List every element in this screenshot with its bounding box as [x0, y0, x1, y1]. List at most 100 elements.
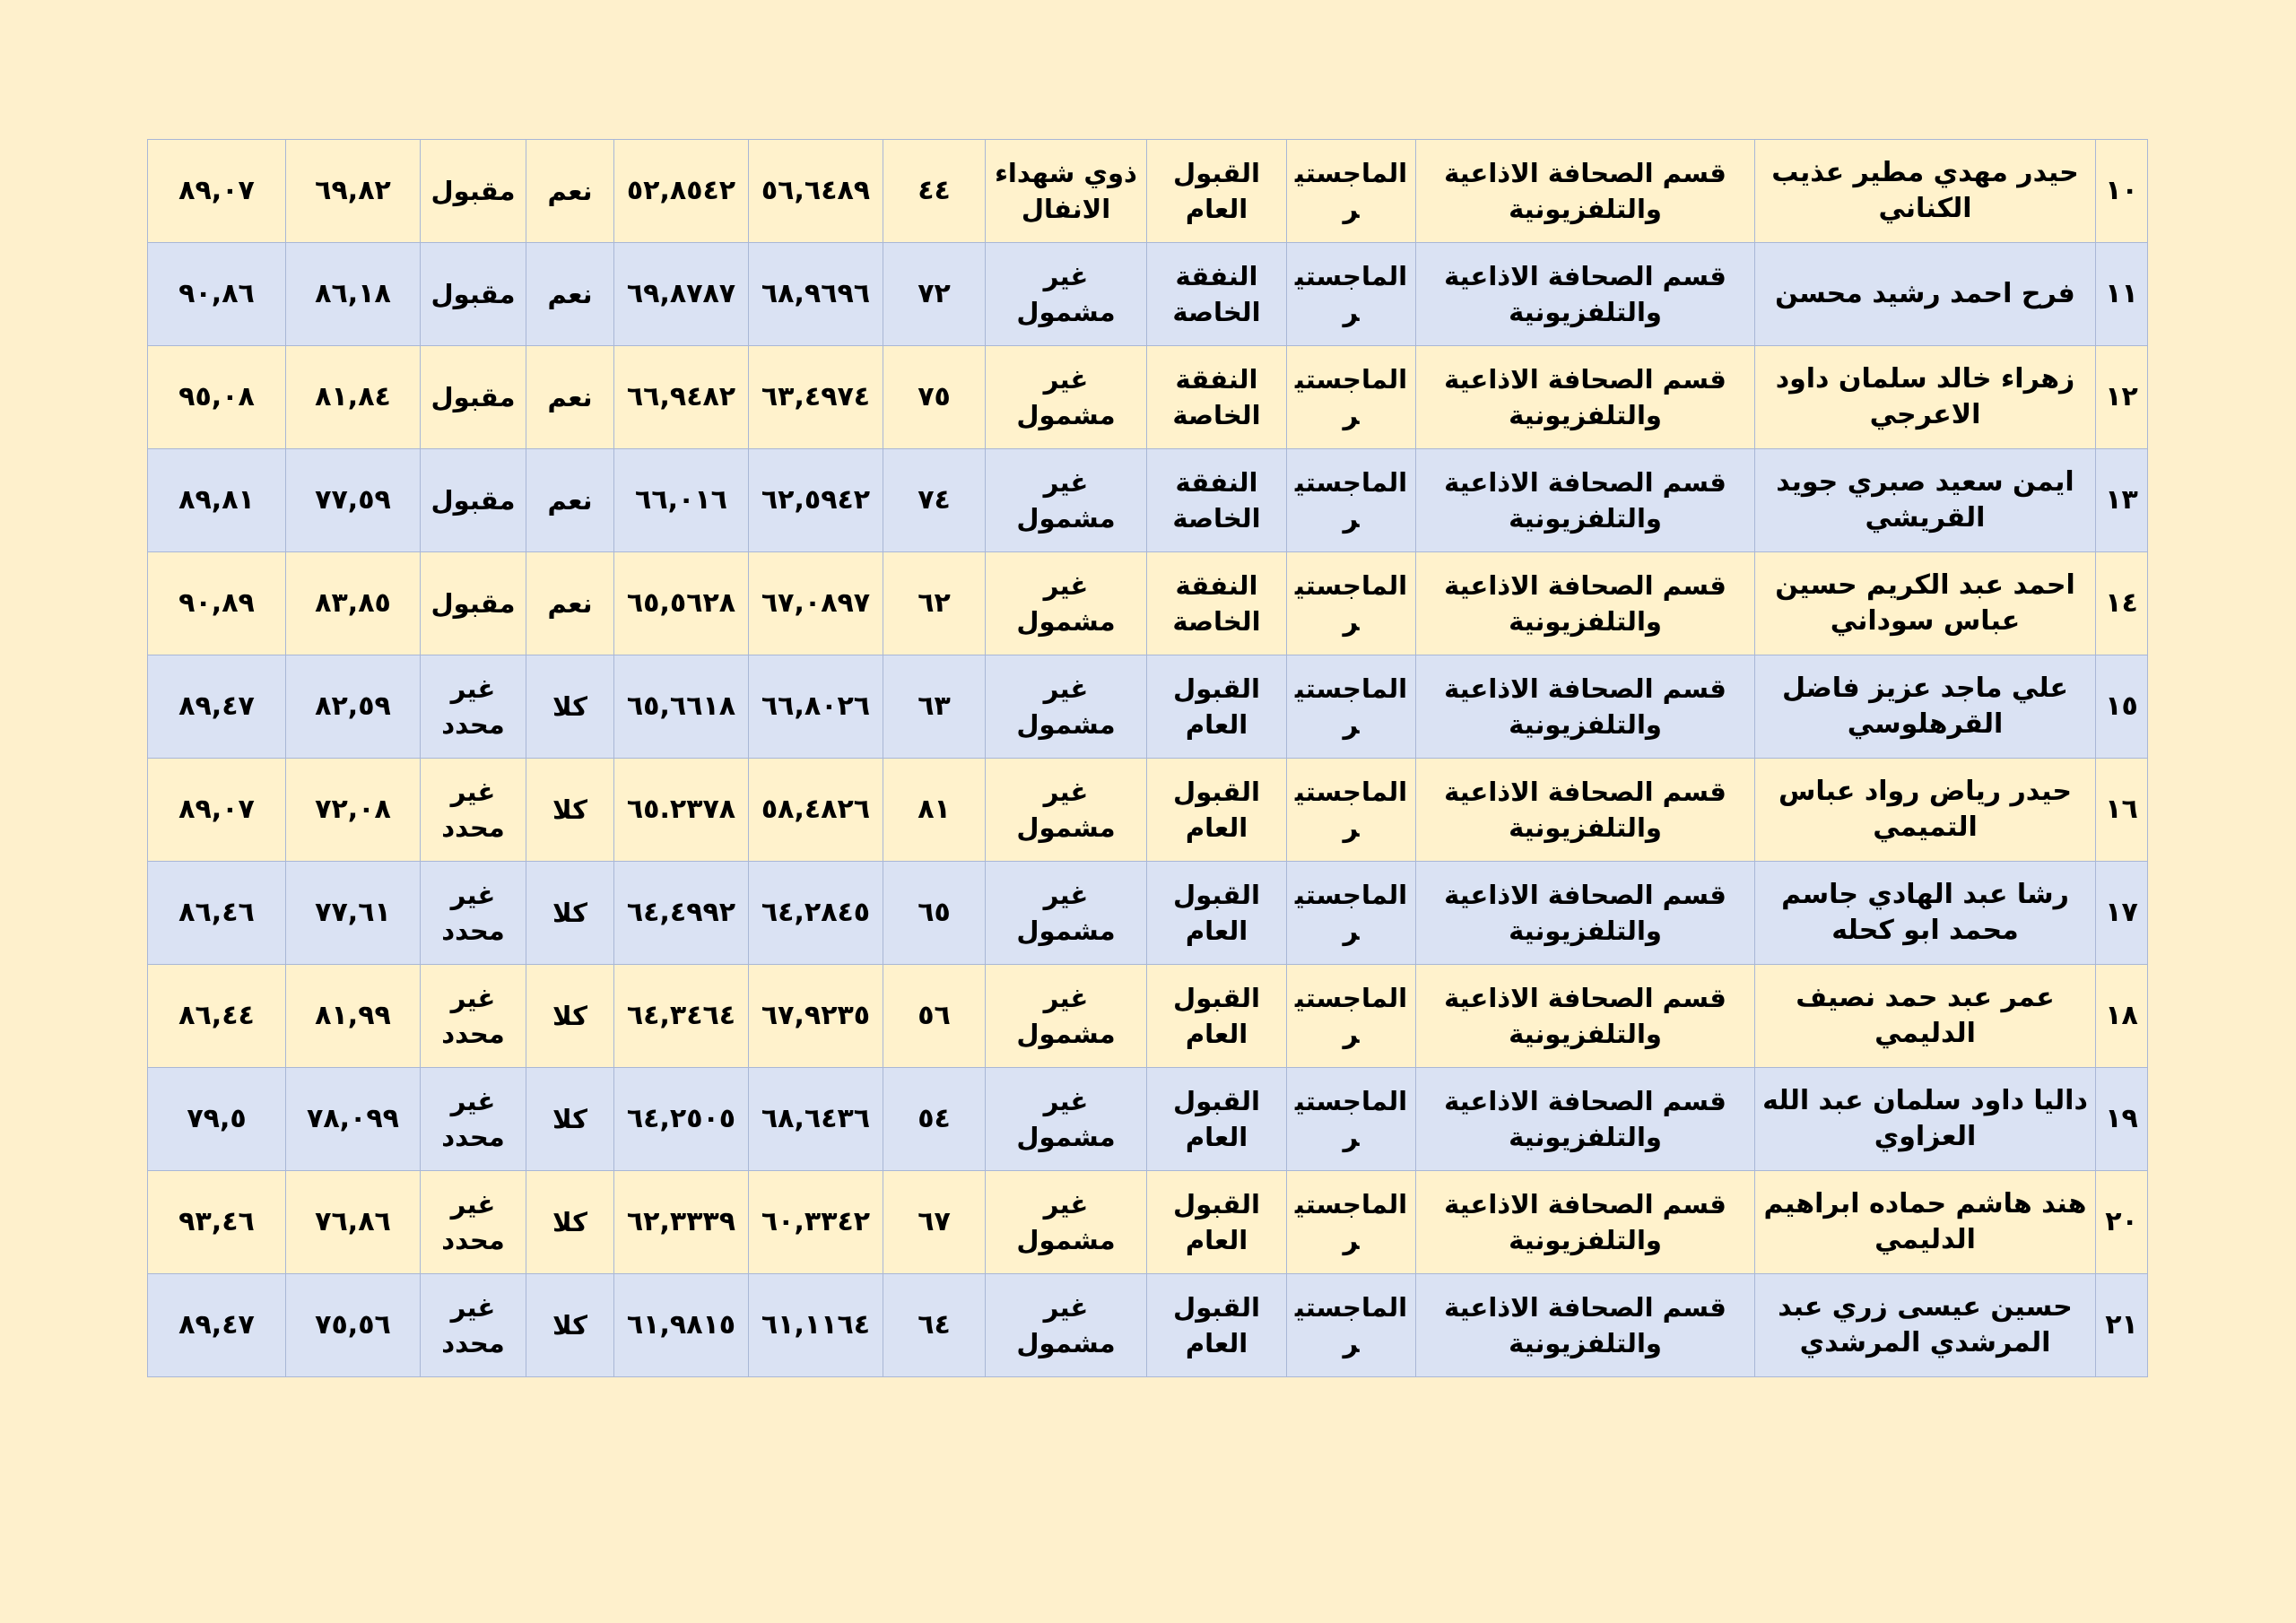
- admission-channel-cell: القبول العام: [1146, 758, 1287, 862]
- name-cell: حيدر رياض رواد عباس التميمي: [1754, 758, 2096, 862]
- seq-cell: ١٤: [2095, 551, 2148, 655]
- value-4-cell: ٦٩,٨٢: [285, 139, 421, 243]
- value-1-cell: ٧٤: [883, 448, 986, 552]
- value-5-cell: ٧٩,٥: [147, 1067, 286, 1171]
- category-cell: غير مشمول: [985, 1170, 1147, 1274]
- table-row: ١٦ حيدر رياض رواد عباس التميمي قسم الصحافة…: [147, 758, 2148, 862]
- answer-cell: نعم: [526, 551, 614, 655]
- category-cell: غير مشمول: [985, 551, 1147, 655]
- category-cell: غير مشمول: [985, 964, 1147, 1068]
- value-5-cell: ٨٩,٠٧: [147, 139, 286, 243]
- value-3-cell: ٦٥,٥٦٢٨: [613, 551, 749, 655]
- value-3-cell: ٥٢,٨٥٤٢: [613, 139, 749, 243]
- department-cell: قسم الصحافة الاذاعية والتلفزيونية: [1415, 139, 1755, 243]
- value-3-cell: ٦٥,٦٦١٨: [613, 655, 749, 759]
- department-cell: قسم الصحافة الاذاعية والتلفزيونية: [1415, 964, 1755, 1068]
- value-5-cell: ٨٩,٤٧: [147, 1273, 286, 1377]
- degree-cell: الماجستير: [1286, 1170, 1416, 1274]
- category-cell: غير مشمول: [985, 448, 1147, 552]
- degree-cell: الماجستير: [1286, 861, 1416, 965]
- value-5-cell: ٨٦,٤٦: [147, 861, 286, 965]
- status-cell: غير محدد: [420, 1170, 526, 1274]
- category-cell: غير مشمول: [985, 861, 1147, 965]
- value-5-cell: ٩٥,٠٨: [147, 345, 286, 449]
- status-cell: غير محدد: [420, 655, 526, 759]
- value-2-cell: ٦٣,٤٩٧٤: [748, 345, 883, 449]
- value-4-cell: ٧٧,٥٩: [285, 448, 421, 552]
- seq-cell: ١٠: [2095, 139, 2148, 243]
- table-row: ١٣ ايمن سعيد صبري جويد القريشي قسم الصحافة…: [147, 448, 2148, 552]
- name-cell: رشا عبد الهادي جاسم محمد ابو كحله: [1754, 861, 2096, 965]
- answer-cell: كلا: [526, 861, 614, 965]
- degree-cell: الماجستير: [1286, 1067, 1416, 1171]
- name-cell: عمر عبد حمد نصيف الدليمي: [1754, 964, 2096, 1068]
- value-1-cell: ٦٣: [883, 655, 986, 759]
- value-4-cell: ٧٨,٠٩٩: [285, 1067, 421, 1171]
- department-cell: قسم الصحافة الاذاعية والتلفزيونية: [1415, 448, 1755, 552]
- value-3-cell: ٦٢,٣٣٣٩: [613, 1170, 749, 1274]
- answer-cell: نعم: [526, 345, 614, 449]
- status-cell: غير محدد: [420, 964, 526, 1068]
- admission-channel-cell: القبول العام: [1146, 1170, 1287, 1274]
- degree-cell: الماجستير: [1286, 139, 1416, 243]
- value-4-cell: ٨١,٩٩: [285, 964, 421, 1068]
- seq-cell: ١٥: [2095, 655, 2148, 759]
- table-row: ١٠ حيدر مهدي مطير عذيب الكناني قسم الصحافة…: [147, 139, 2148, 243]
- answer-cell: كلا: [526, 758, 614, 862]
- admission-channel-cell: القبول العام: [1146, 1273, 1287, 1377]
- answer-cell: كلا: [526, 1067, 614, 1171]
- value-5-cell: ٩٣,٤٦: [147, 1170, 286, 1274]
- department-cell: قسم الصحافة الاذاعية والتلفزيونية: [1415, 758, 1755, 862]
- degree-cell: الماجستير: [1286, 551, 1416, 655]
- value-5-cell: ٨٩,٨١: [147, 448, 286, 552]
- table-row: ١٧ رشا عبد الهادي جاسم محمد ابو كحله قسم ا…: [147, 861, 2148, 965]
- value-5-cell: ٨٩,٠٧: [147, 758, 286, 862]
- seq-cell: ١٧: [2095, 861, 2148, 965]
- answer-cell: نعم: [526, 139, 614, 243]
- degree-cell: الماجستير: [1286, 964, 1416, 1068]
- name-cell: فرح احمد رشيد محسن: [1754, 242, 2096, 346]
- status-cell: غير محدد: [420, 1273, 526, 1377]
- status-cell: مقبول: [420, 345, 526, 449]
- seq-cell: ١٨: [2095, 964, 2148, 1068]
- degree-cell: الماجستير: [1286, 448, 1416, 552]
- value-5-cell: ٩٠,٨٩: [147, 551, 286, 655]
- seq-cell: ٢١: [2095, 1273, 2148, 1377]
- value-1-cell: ٦٤: [883, 1273, 986, 1377]
- seq-cell: ١٦: [2095, 758, 2148, 862]
- admission-channel-cell: النفقة الخاصة: [1146, 345, 1287, 449]
- admission-channel-cell: القبول العام: [1146, 655, 1287, 759]
- value-1-cell: ٦٢: [883, 551, 986, 655]
- table-row: ١١ فرح احمد رشيد محسن قسم الصحافة الاذاعية…: [147, 242, 2148, 346]
- category-cell: غير مشمول: [985, 655, 1147, 759]
- value-3-cell: ٦١,٩٨١٥: [613, 1273, 749, 1377]
- admission-channel-cell: النفقة الخاصة: [1146, 448, 1287, 552]
- name-cell: حسين عيسى زري عبد المرشدي المرشدي: [1754, 1273, 2096, 1377]
- admission-channel-cell: النفقة الخاصة: [1146, 242, 1287, 346]
- category-cell: غير مشمول: [985, 1273, 1147, 1377]
- value-5-cell: ٩٠,٨٦: [147, 242, 286, 346]
- value-4-cell: ٧٧,٦١: [285, 861, 421, 965]
- department-cell: قسم الصحافة الاذاعية والتلفزيونية: [1415, 345, 1755, 449]
- value-2-cell: ٥٦,٦٤٨٩: [748, 139, 883, 243]
- value-4-cell: ٧٢,٠٨: [285, 758, 421, 862]
- seq-cell: ١٢: [2095, 345, 2148, 449]
- department-cell: قسم الصحافة الاذاعية والتلفزيونية: [1415, 861, 1755, 965]
- status-cell: مقبول: [420, 551, 526, 655]
- answer-cell: كلا: [526, 655, 614, 759]
- table-row: ٢٠ هند هاشم حماده ابراهيم الدليمي قسم الصح…: [147, 1170, 2148, 1274]
- value-2-cell: ٦٨,٩٦٩٦: [748, 242, 883, 346]
- value-4-cell: ٨٦,١٨: [285, 242, 421, 346]
- admission-channel-cell: القبول العام: [1146, 861, 1287, 965]
- degree-cell: الماجستير: [1286, 242, 1416, 346]
- value-4-cell: ٧٥,٥٦: [285, 1273, 421, 1377]
- answer-cell: نعم: [526, 242, 614, 346]
- name-cell: ايمن سعيد صبري جويد القريشي: [1754, 448, 2096, 552]
- name-cell: داليا داود سلمان عبد الله العزاوي: [1754, 1067, 2096, 1171]
- results-table: ١٠ حيدر مهدي مطير عذيب الكناني قسم الصحافة…: [147, 139, 2148, 1377]
- category-cell: غير مشمول: [985, 242, 1147, 346]
- answer-cell: كلا: [526, 1273, 614, 1377]
- status-cell: مقبول: [420, 242, 526, 346]
- value-1-cell: ٦٥: [883, 861, 986, 965]
- value-5-cell: ٨٦,٤٤: [147, 964, 286, 1068]
